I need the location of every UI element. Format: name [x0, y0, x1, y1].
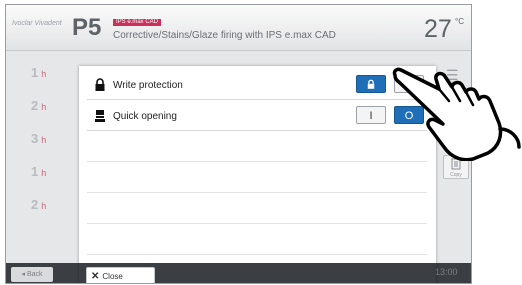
program-badge: IPS e.max CAD: [113, 19, 162, 26]
quick-opening-on-button[interactable]: I: [356, 106, 386, 124]
footer-status: 13:00: [435, 267, 458, 277]
empty-row: [87, 194, 427, 224]
write-protection-label: Write protection: [113, 80, 183, 91]
empty-row: [87, 132, 427, 162]
step-label: 2h: [31, 98, 47, 113]
close-label: Close: [102, 272, 123, 281]
step-label: 1h: [31, 164, 47, 179]
copy-button-label: Copy: [450, 172, 462, 178]
lock-icon: [367, 79, 375, 89]
close-icon: ✕: [91, 271, 100, 282]
step-label: 2h: [31, 197, 47, 212]
step-label: 1h: [31, 65, 47, 80]
write-protection-row: Write protection: [87, 70, 427, 100]
settings-dialog: Write protection Quick opening I O ✕ Clos…: [79, 66, 436, 283]
header-bar: Ivoclar Vivadent P5 IPS e.max CAD Correc…: [6, 5, 471, 51]
step-label: 3h: [31, 131, 47, 146]
furnace-icon: [95, 110, 105, 122]
pointing-hand-icon: [392, 67, 521, 161]
quick-opening-label: Quick opening: [113, 111, 177, 122]
program-title: Corrective/Stains/Glaze firing with IPS …: [113, 30, 336, 41]
lock-icon: [95, 78, 105, 91]
quick-opening-row: Quick opening I O: [87, 101, 427, 131]
program-number: P5: [72, 14, 102, 41]
empty-row: [87, 225, 427, 255]
temperature-unit: °C: [455, 17, 464, 26]
empty-row: [87, 163, 427, 193]
temperature-value: 27: [424, 15, 452, 43]
back-button[interactable]: ◂ Back: [11, 267, 53, 282]
back-label: Back: [26, 271, 43, 278]
brand-logo: Ivoclar Vivadent: [12, 20, 62, 27]
close-button[interactable]: ✕ Close: [86, 267, 155, 283]
write-protection-on-button[interactable]: [356, 75, 386, 93]
